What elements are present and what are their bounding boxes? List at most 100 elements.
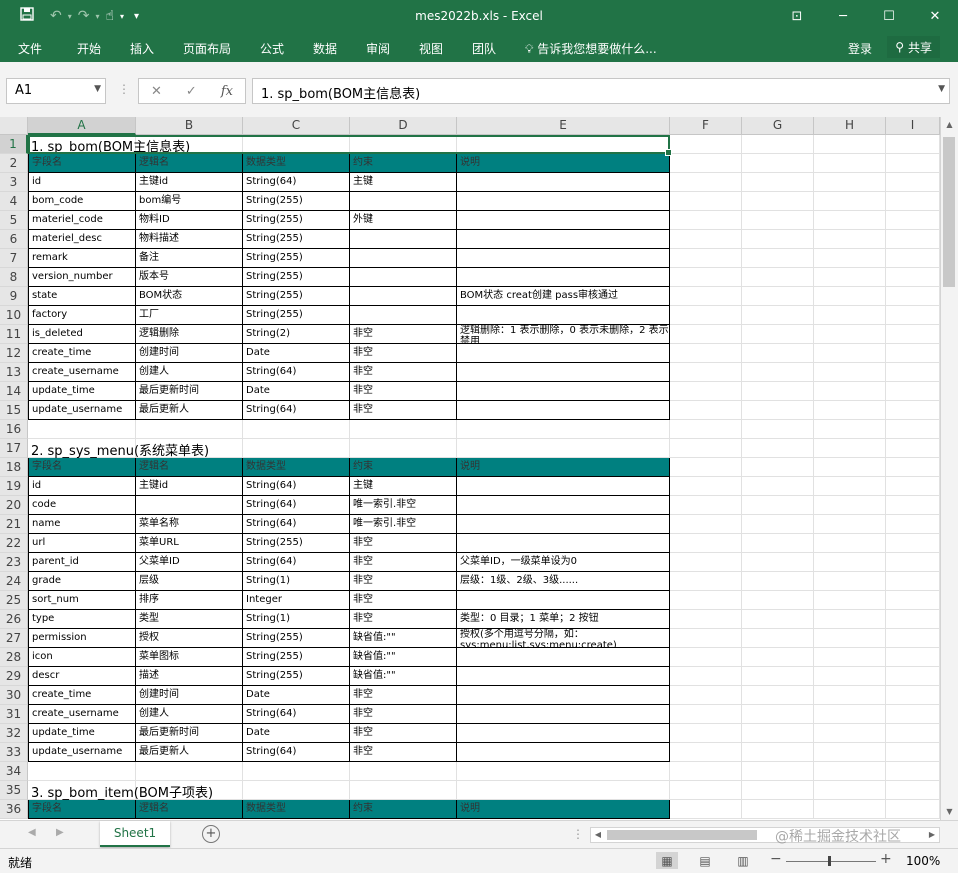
empty-cell[interactable] bbox=[814, 382, 886, 401]
empty-cell[interactable] bbox=[350, 420, 457, 439]
empty-cell[interactable] bbox=[814, 458, 886, 477]
table-cell[interactable]: 授权(多个用逗号分隔，如：sys:menu:list,sys:menu:crea… bbox=[457, 629, 670, 648]
table-header-cell[interactable]: 数据类型 bbox=[243, 458, 350, 477]
empty-cell[interactable] bbox=[814, 363, 886, 382]
empty-cell[interactable] bbox=[742, 154, 814, 173]
empty-cell[interactable] bbox=[670, 135, 742, 154]
table-cell[interactable]: 非空 bbox=[350, 724, 457, 743]
empty-cell[interactable] bbox=[670, 477, 742, 496]
row-header[interactable]: 7 bbox=[0, 249, 28, 268]
table-cell[interactable] bbox=[350, 306, 457, 325]
table-cell[interactable]: 非空 bbox=[350, 610, 457, 629]
table-cell[interactable]: 最后更新人 bbox=[136, 743, 243, 762]
table-cell[interactable]: bom编号 bbox=[136, 192, 243, 211]
empty-cell[interactable] bbox=[350, 135, 457, 154]
empty-cell[interactable] bbox=[136, 762, 243, 781]
vertical-scroll-thumb[interactable] bbox=[943, 137, 955, 287]
empty-cell[interactable] bbox=[742, 287, 814, 306]
table-cell[interactable] bbox=[457, 192, 670, 211]
table-cell[interactable]: update_time bbox=[28, 382, 136, 401]
table-cell[interactable]: Date bbox=[243, 344, 350, 363]
table-cell[interactable]: update_time bbox=[28, 724, 136, 743]
table-cell[interactable]: String(255) bbox=[243, 287, 350, 306]
table-cell[interactable]: bom_code bbox=[28, 192, 136, 211]
row-header[interactable]: 8 bbox=[0, 268, 28, 287]
table-cell[interactable] bbox=[457, 705, 670, 724]
table-cell[interactable]: type bbox=[28, 610, 136, 629]
table-cell[interactable]: 非空 bbox=[350, 325, 457, 344]
row-header[interactable]: 36 bbox=[0, 800, 28, 819]
column-header-h[interactable]: H bbox=[814, 117, 886, 135]
empty-cell[interactable] bbox=[886, 325, 940, 344]
row-header[interactable]: 6 bbox=[0, 230, 28, 249]
column-header-c[interactable]: C bbox=[243, 117, 350, 135]
table-header-cell[interactable]: 约束 bbox=[350, 458, 457, 477]
row-header[interactable]: 26 bbox=[0, 610, 28, 629]
empty-cell[interactable] bbox=[670, 629, 742, 648]
normal-view-icon[interactable]: ▦ bbox=[656, 852, 678, 869]
table-cell[interactable] bbox=[350, 287, 457, 306]
row-header[interactable]: 30 bbox=[0, 686, 28, 705]
table-title[interactable]: 3. sp_bom_item(BOM子项表) bbox=[31, 782, 213, 801]
table-header-cell[interactable]: 逻辑名 bbox=[136, 458, 243, 477]
row-header[interactable]: 34 bbox=[0, 762, 28, 781]
empty-cell[interactable] bbox=[742, 420, 814, 439]
table-cell[interactable]: String(255) bbox=[243, 629, 350, 648]
empty-cell[interactable] bbox=[886, 705, 940, 724]
table-cell[interactable]: 类型：0 目录；1 菜单；2 按钮 bbox=[457, 610, 670, 629]
empty-cell[interactable] bbox=[814, 135, 886, 154]
minimize-button[interactable]: ─ bbox=[820, 0, 866, 32]
maximize-button[interactable]: ☐ bbox=[866, 0, 912, 32]
empty-cell[interactable] bbox=[670, 287, 742, 306]
empty-cell[interactable] bbox=[742, 173, 814, 192]
empty-cell[interactable] bbox=[886, 173, 940, 192]
table-cell[interactable]: name bbox=[28, 515, 136, 534]
table-cell[interactable] bbox=[457, 211, 670, 230]
empty-cell[interactable] bbox=[670, 401, 742, 420]
table-cell[interactable] bbox=[457, 230, 670, 249]
table-header-cell[interactable]: 字段名 bbox=[28, 458, 136, 477]
table-cell[interactable]: 工厂 bbox=[136, 306, 243, 325]
empty-cell[interactable] bbox=[457, 762, 670, 781]
table-cell[interactable]: create_time bbox=[28, 686, 136, 705]
table-cell[interactable]: 备注 bbox=[136, 249, 243, 268]
empty-cell[interactable] bbox=[886, 648, 940, 667]
zoom-slider[interactable]: − + bbox=[770, 851, 892, 869]
table-cell[interactable] bbox=[350, 192, 457, 211]
table-cell[interactable]: Integer bbox=[243, 591, 350, 610]
table-cell[interactable]: 非空 bbox=[350, 591, 457, 610]
empty-cell[interactable] bbox=[814, 515, 886, 534]
table-cell[interactable] bbox=[457, 249, 670, 268]
worksheet-grid[interactable]: A B C D E F G H I 1 1. sp_bom(BOM主信息表) 2 字段名 逻辑名 数据类型约… bbox=[0, 117, 940, 820]
table-cell[interactable]: permission bbox=[28, 629, 136, 648]
table-header-cell[interactable]: 字段名 bbox=[28, 800, 136, 819]
empty-cell[interactable] bbox=[243, 762, 350, 781]
row-header[interactable]: 27 bbox=[0, 629, 28, 648]
table-cell[interactable]: 唯一索引.非空 bbox=[350, 496, 457, 515]
table-cell[interactable]: id bbox=[28, 173, 136, 192]
table-cell[interactable]: 授权 bbox=[136, 629, 243, 648]
tell-me-search[interactable]: 💡︎ 告诉我您想要做什么... bbox=[525, 40, 657, 57]
table-header-cell[interactable]: 约束 bbox=[350, 800, 457, 819]
empty-cell[interactable] bbox=[814, 192, 886, 211]
table-cell[interactable]: update_username bbox=[28, 743, 136, 762]
column-header-a[interactable]: A bbox=[28, 117, 136, 135]
empty-cell[interactable] bbox=[670, 800, 742, 819]
table-cell[interactable] bbox=[350, 249, 457, 268]
empty-cell[interactable] bbox=[886, 610, 940, 629]
empty-cell[interactable] bbox=[742, 648, 814, 667]
menu-review[interactable]: 审阅 bbox=[366, 40, 390, 57]
empty-cell[interactable] bbox=[814, 686, 886, 705]
menu-data[interactable]: 数据 bbox=[313, 40, 337, 57]
empty-cell[interactable] bbox=[814, 401, 886, 420]
empty-cell[interactable] bbox=[670, 705, 742, 724]
empty-cell[interactable] bbox=[670, 268, 742, 287]
table-cell[interactable]: String(64) bbox=[243, 477, 350, 496]
table-cell[interactable]: 最后更新时间 bbox=[136, 724, 243, 743]
empty-cell[interactable] bbox=[886, 287, 940, 306]
table-cell[interactable] bbox=[457, 268, 670, 287]
empty-cell[interactable] bbox=[886, 458, 940, 477]
table-header-cell[interactable]: 逻辑名 bbox=[136, 800, 243, 819]
empty-cell[interactable] bbox=[742, 572, 814, 591]
empty-cell[interactable] bbox=[670, 458, 742, 477]
